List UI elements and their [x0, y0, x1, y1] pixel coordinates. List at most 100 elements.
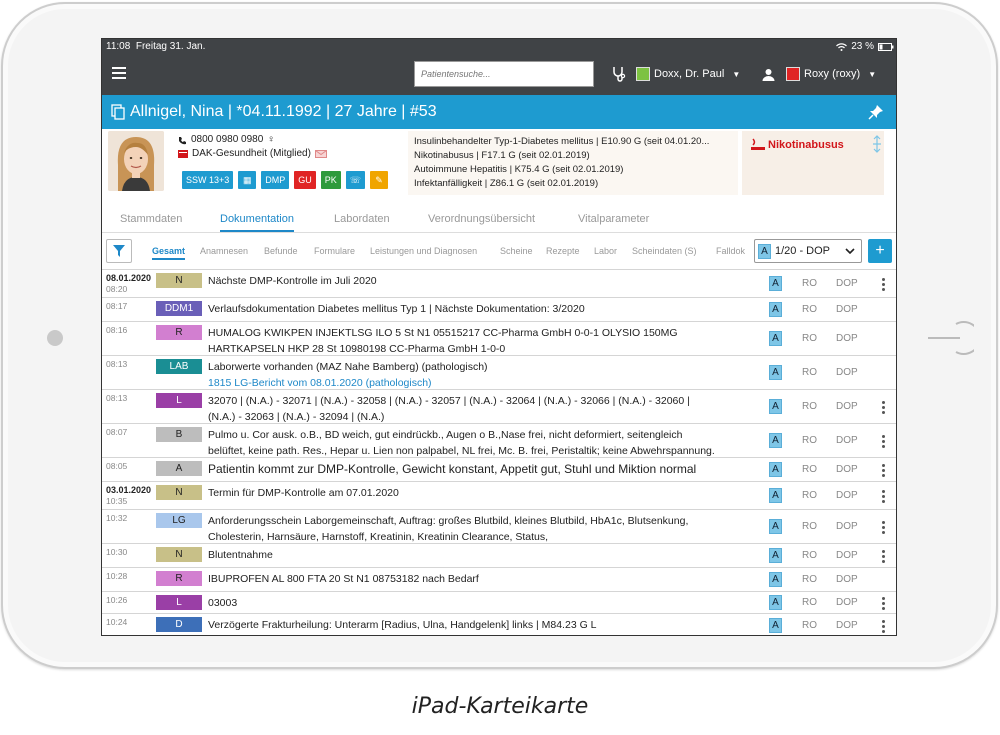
more-vertical-icon[interactable] — [882, 620, 886, 635]
pencil-icon[interactable]: ✎ — [370, 171, 389, 189]
pin-icon[interactable] — [868, 104, 884, 120]
entry-status-badge: A — [769, 462, 782, 477]
add-entry-button[interactable]: + — [868, 239, 892, 263]
patient-insurance: DAK-Gesundheit (Mitglied) — [192, 148, 311, 159]
hamburger-menu-icon[interactable] — [112, 67, 126, 79]
entry-datetime: 08:13 — [106, 359, 127, 370]
filter-scheindaten-s[interactable]: Scheindaten (S) — [632, 246, 697, 256]
entry-row[interactable]: 10:26 L 03003 A RO DOP — [102, 591, 896, 613]
more-vertical-icon[interactable] — [882, 401, 886, 416]
filter-befunde[interactable]: Befunde — [264, 246, 298, 256]
filter-anamnesen[interactable]: Anamnesen — [200, 246, 248, 256]
more-vertical-icon[interactable] — [882, 278, 886, 293]
filter-bar: Gesamt Anamnesen Befunde Formulare Leistunge… — [102, 235, 896, 267]
more-vertical-icon[interactable] — [882, 435, 886, 450]
filter-rezepte[interactable]: Rezepte — [546, 246, 580, 256]
entry-status-badge: A — [769, 276, 782, 291]
filter-formulare[interactable]: Formulare — [314, 246, 355, 256]
entry-text: IBUPROFEN AL 800 FTA 20 St N1 08753182 n… — [208, 571, 768, 587]
entry-type-tag: N — [156, 273, 202, 288]
chip-dmp[interactable]: DMP — [261, 171, 290, 189]
filter-leistungen-und-diagnosen[interactable]: Leistungen und Diagnosen — [370, 246, 477, 256]
entry-row[interactable]: 10:30 N Blutentnahme A RO DOP — [102, 543, 896, 567]
entry-ro: RO — [802, 550, 817, 561]
filter-button[interactable] — [106, 239, 132, 263]
status-time: 11:08 — [106, 41, 131, 52]
phone-icon[interactable]: ☏ — [345, 171, 366, 189]
entry-row[interactable]: 10:28 R IBUPROFEN AL 800 FTA 20 St N1 0875… — [102, 567, 896, 591]
entry-datetime: 08:05 — [106, 461, 127, 472]
more-vertical-icon[interactable] — [882, 550, 886, 565]
entry-dop: DOP — [836, 401, 858, 412]
entry-row[interactable]: 08:07 B Pulmo u. Cor ausk. o.B., BD weich,… — [102, 423, 896, 457]
entry-time: 08:20 — [106, 284, 128, 294]
entry-text-line: Blutentnahme — [208, 549, 273, 561]
entry-date: 08.01.2020 — [106, 273, 152, 283]
tab-verordnungs-bersicht[interactable]: Verordnungsübersicht — [428, 213, 535, 225]
expand-icon[interactable] — [872, 135, 882, 153]
user-color-swatch — [786, 67, 800, 81]
tab-vitalparameter[interactable]: Vitalparameter — [578, 213, 649, 225]
entry-text: Blutentnahme — [208, 547, 768, 563]
filter-gesamt[interactable]: Gesamt — [152, 246, 186, 260]
patient-contact: 0800 0980 0980 ♀ DAK-Gesundheit (Mitglie… — [178, 133, 327, 161]
user-select[interactable]: Roxy (roxy) ▼ — [786, 67, 876, 81]
entry-row[interactable]: 08:17 DDM1 Verlaufsdokumentation Diabetes … — [102, 297, 896, 321]
doctor-select[interactable]: Doxx, Dr. Paul ▼ — [636, 67, 740, 81]
filter-scheine[interactable]: Scheine — [500, 246, 533, 256]
chip-gu[interactable]: GU — [294, 171, 316, 189]
entry-datetime: 10:28 — [106, 571, 127, 582]
diagnosis-item[interactable]: Insulinbehandelter Typ-1-Diabetes mellit… — [414, 135, 732, 149]
diagnosis-item[interactable]: Infektanfälligkeit | Z86.1 G (seit 02.01… — [414, 177, 732, 191]
entry-ro: RO — [802, 521, 817, 532]
entry-time: 10:30 — [106, 547, 128, 557]
entry-status-badge: A — [769, 519, 782, 534]
main-tabs: Stammdaten Dokumentation Labordaten Verordn… — [102, 205, 896, 233]
entry-datetime: 10:26 — [106, 595, 127, 606]
patient-phone[interactable]: 0800 0980 0980 — [191, 133, 263, 147]
entry-ro: RO — [802, 597, 817, 608]
entry-row[interactable]: 08:16 R HUMALOG KWIKPEN INJEKTLSG ILO 5 St… — [102, 321, 896, 355]
power-icon — [928, 321, 974, 355]
tab-stammdaten[interactable]: Stammdaten — [120, 213, 182, 225]
patient-search-input[interactable] — [414, 61, 594, 87]
entry-text-line: 03003 — [208, 597, 238, 609]
patient-header: Allnigel, Nina | *04.11.1992 | 27 Jahre … — [102, 95, 896, 129]
filter-labor[interactable]: Labor — [594, 246, 617, 256]
entry-row[interactable]: 08.01.2020 08:20 N Nächste DMP-Kontrolle im… — [102, 269, 896, 297]
tab-dokumentation[interactable]: Dokumentation — [220, 213, 294, 232]
diagnosis-item[interactable]: Autoimmune Hepatitis | K75.4 G (seit 02.… — [414, 163, 732, 177]
entry-row[interactable]: 08:13 LAB Laborwerte vorhanden (MAZ Nahe B… — [102, 355, 896, 389]
entry-row[interactable]: 03.01.2020 10:35 N Termin für DMP-Kontrolle… — [102, 481, 896, 509]
entry-text: Anforderungsschein Laborgemeinschaft, Au… — [208, 513, 768, 545]
entry-status-badge: A — [769, 572, 782, 587]
copy-icon[interactable] — [111, 104, 125, 120]
entry-dop: DOP — [836, 333, 858, 344]
battery-percent: 23 % — [851, 41, 874, 52]
patient-info: 0800 0980 0980 ♀ DAK-Gesundheit (Mitglie… — [102, 129, 896, 201]
chip-ssw-13-3[interactable]: SSW 13+3 — [182, 171, 234, 189]
entry-row[interactable]: 08:05 A Patientin kommt zur DMP-Kontrolle,… — [102, 457, 896, 481]
entry-type-tag: LAB — [156, 359, 202, 374]
dop-select-value: 1/20 - DOP — [775, 245, 831, 257]
entry-row[interactable]: 10:32 LG Anforderungsschein Laborgemeinsch… — [102, 509, 896, 545]
tab-labordaten[interactable]: Labordaten — [334, 213, 390, 225]
entry-row[interactable]: 08:13 L 32070 | (N.A.) - 32071 | (N.A.) - … — [102, 389, 896, 423]
diagnosis-item[interactable]: Nikotinabusus | F17.1 G (seit 02.01.2019… — [414, 149, 732, 163]
entry-time: 08:13 — [106, 359, 128, 369]
plus-icon: + — [875, 242, 885, 259]
chip-pk[interactable]: PK — [320, 171, 341, 189]
more-vertical-icon[interactable] — [882, 597, 886, 612]
more-vertical-icon[interactable] — [882, 521, 886, 536]
dop-select[interactable]: A 1/20 - DOP — [754, 239, 862, 263]
filter-falldok[interactable]: Falldok — [716, 246, 745, 256]
entry-status-badge: A — [769, 399, 782, 414]
more-vertical-icon[interactable] — [882, 464, 886, 479]
entry-type-tag: L — [156, 393, 202, 408]
calendar-icon[interactable]: ▦ — [238, 171, 257, 189]
entry-row[interactable]: 10:24 D Verzögerte Frakturheilung: Unterar… — [102, 613, 896, 635]
entry-time: 08:07 — [106, 427, 128, 437]
entry-dop: DOP — [836, 597, 858, 608]
stethoscope-icon[interactable] — [612, 66, 626, 82]
more-vertical-icon[interactable] — [882, 490, 886, 505]
